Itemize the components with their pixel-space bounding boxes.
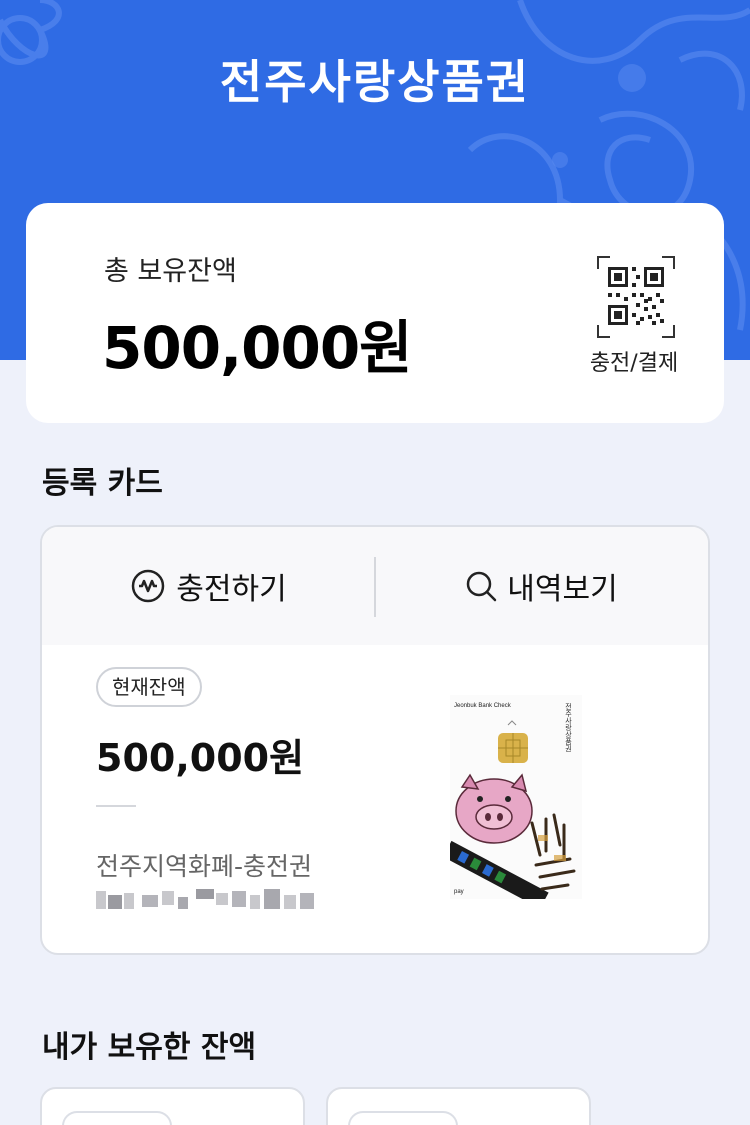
total-balance-card: 총 보유잔액 500,000원 충전/결제 (26, 203, 724, 423)
current-balance-badge: 현재잔액 (96, 667, 202, 707)
app-title: 전주사랑상품권 (219, 55, 531, 109)
charge-label: 충전하기 (176, 572, 287, 607)
balance-item-badge (62, 1111, 172, 1125)
balance-item-badge (348, 1111, 458, 1125)
total-balance-amount: 500,000원 (102, 314, 413, 382)
card-brand-text: Jeonbuk Bank Check (454, 703, 512, 709)
charge-pay-label: 충전/결제 (589, 351, 679, 376)
registered-cards-title: 등록 카드 (42, 466, 163, 501)
charge-button[interactable]: 충전하기 (42, 527, 375, 645)
balance-item-card[interactable] (40, 1087, 305, 1125)
divider (96, 805, 136, 807)
pig-illustration (455, 773, 533, 844)
won-coin-icon (132, 569, 165, 603)
masked-card-number (96, 889, 314, 909)
balance-item-card[interactable] (326, 1087, 591, 1125)
my-balances-title: 내가 보유한 잔액 (42, 1030, 257, 1065)
card-pay-text: pay (454, 889, 464, 895)
card-action-bar: 충전하기 내역보기 (42, 527, 708, 645)
card-image[interactable]: Jeonbuk Bank Check 전주사랑상품권 pay (450, 695, 582, 899)
card-name: 전주지역화폐-충전권 (96, 852, 313, 881)
card-vertical-text: 전주사랑상품권 (565, 702, 572, 752)
view-history-button[interactable]: 내역보기 (375, 527, 708, 645)
card-balance-amount: 500,000원 (96, 736, 305, 780)
total-balance-label: 총 보유잔액 (104, 256, 237, 287)
charge-pay-qr-button[interactable]: 충전/결제 (584, 251, 684, 381)
search-icon (467, 571, 497, 602)
registered-card-panel: 충전하기 내역보기 현재잔액 500,000원 전주지역화폐-충전권 Jeonb… (40, 525, 710, 955)
view-history-label: 내역보기 (507, 572, 618, 607)
qr-code-icon (597, 256, 675, 338)
